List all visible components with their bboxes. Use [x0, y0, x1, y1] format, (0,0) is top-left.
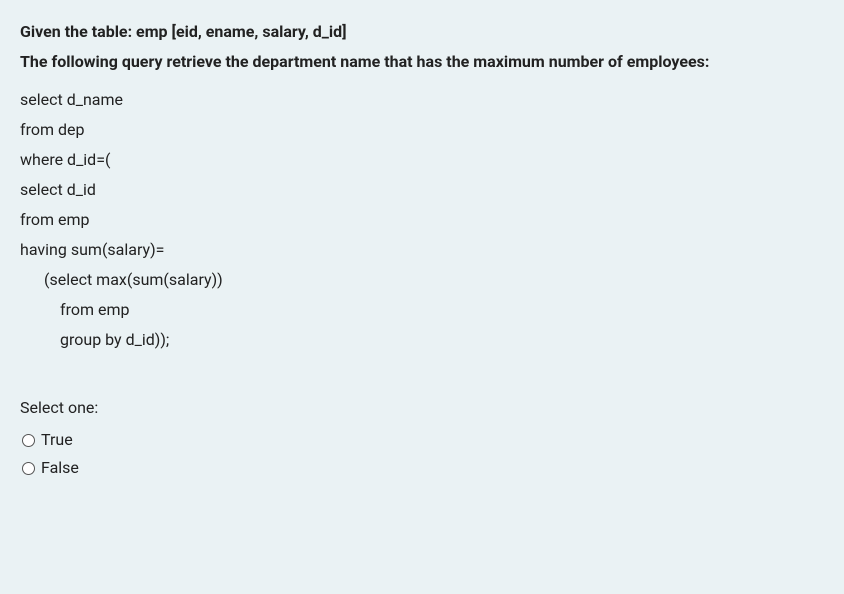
option-label: True	[41, 428, 73, 452]
sql-line: from emp	[20, 208, 824, 232]
question-prompt-line-2: The following query retrieve the departm…	[20, 50, 824, 74]
radio-icon[interactable]	[22, 434, 35, 447]
option-false[interactable]: False	[22, 456, 824, 480]
sql-line: select d_id	[20, 178, 824, 202]
sql-line: (select max(sum(salary))	[20, 268, 824, 292]
sql-line: from dep	[20, 118, 824, 142]
sql-line: group by d_id));	[20, 328, 824, 352]
sql-line: where d_id=(	[20, 148, 824, 172]
sql-line: having sum(salary)=	[20, 238, 824, 262]
option-true[interactable]: True	[22, 428, 824, 452]
sql-line: select d_name	[20, 88, 824, 112]
question-prompt-line-1: Given the table: emp [eid, ename, salary…	[20, 20, 824, 44]
radio-icon[interactable]	[22, 462, 35, 475]
select-one-label: Select one:	[20, 396, 824, 420]
sql-line: from emp	[20, 298, 824, 322]
option-label: False	[41, 456, 79, 480]
